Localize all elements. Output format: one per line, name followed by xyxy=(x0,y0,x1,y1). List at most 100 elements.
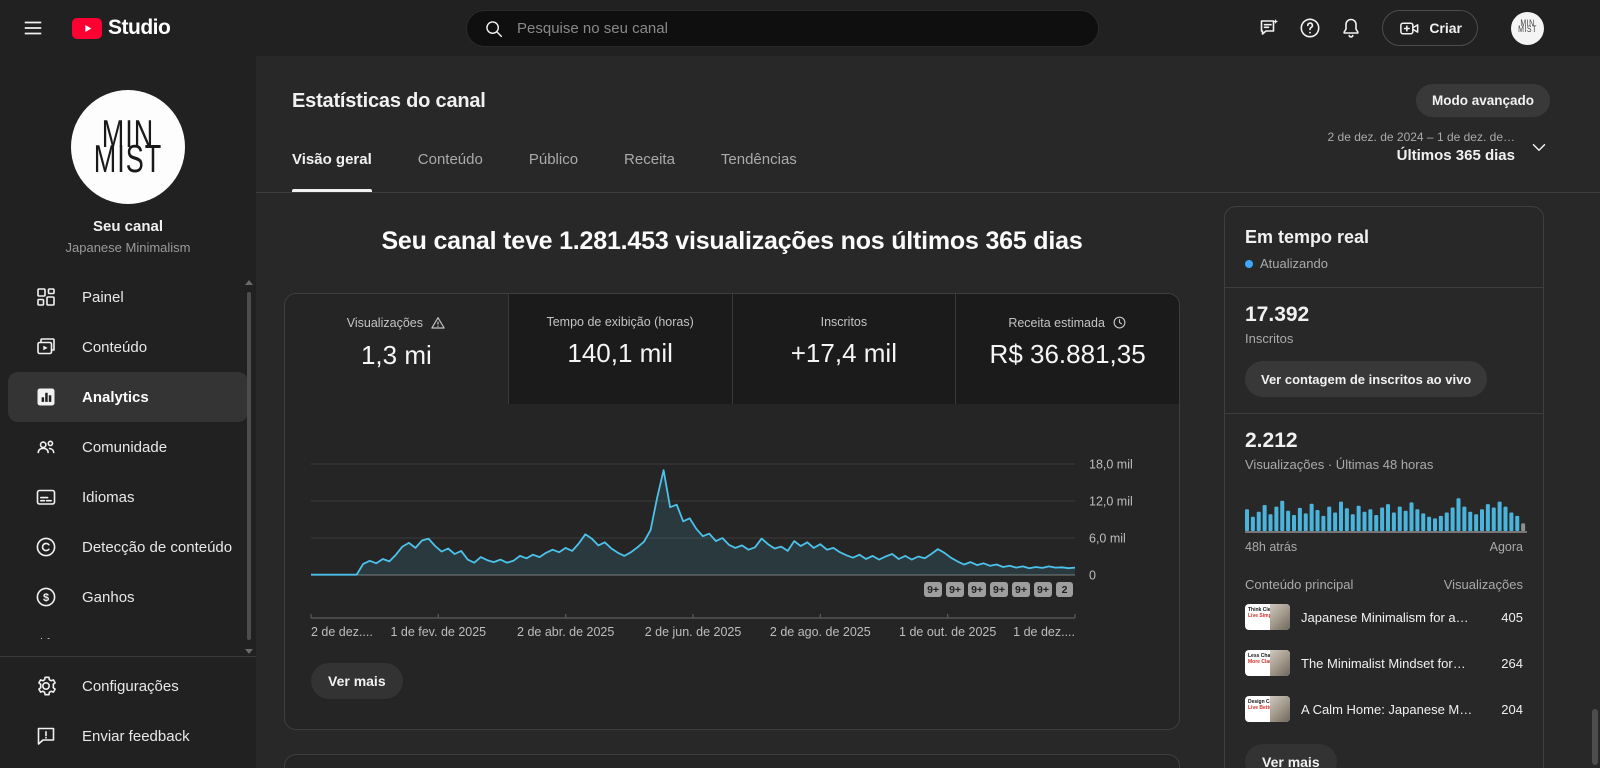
tab-1-conte-do[interactable]: Conteúdo xyxy=(418,151,483,192)
hour-bar[interactable] xyxy=(1350,514,1355,531)
hour-bar[interactable] xyxy=(1386,504,1390,531)
hour-bar[interactable] xyxy=(1292,515,1296,531)
annotation-badge[interactable]: 9+ xyxy=(1034,582,1052,597)
metric-tab-2[interactable]: Inscritos +17,4 mil xyxy=(731,294,956,404)
hour-bar[interactable] xyxy=(1497,501,1502,531)
hour-bar[interactable] xyxy=(1339,501,1343,531)
hour-bar[interactable] xyxy=(1480,509,1484,531)
tab-0-vis-o-geral[interactable]: Visão geral xyxy=(292,151,372,192)
hour-bar[interactable] xyxy=(1474,514,1479,531)
hour-bar[interactable] xyxy=(1415,509,1420,531)
sidebar-item-configuracoes[interactable]: Configurações xyxy=(8,661,248,711)
sidebar-item-conteudo[interactable]: Conteúdo xyxy=(8,322,248,372)
hour-bar[interactable] xyxy=(1491,507,1496,532)
hour-bar[interactable] xyxy=(1321,515,1326,531)
hour-bar[interactable] xyxy=(1362,511,1367,531)
sidebar-item-enviar-feedback[interactable]: Enviar feedback xyxy=(8,711,248,761)
hour-bar[interactable] xyxy=(1380,507,1385,532)
hour-bar[interactable] xyxy=(1368,509,1373,531)
notifications-button[interactable] xyxy=(1339,16,1363,40)
sidebar-item-painel[interactable]: Painel xyxy=(8,272,248,322)
hour-bar[interactable] xyxy=(1374,515,1379,531)
hour-bar[interactable] xyxy=(1468,511,1473,531)
hour-bar[interactable] xyxy=(1509,512,1514,532)
live-sub-count-button[interactable]: Ver contagem de inscritos ao vivo xyxy=(1245,361,1488,397)
send-feedback-button[interactable] xyxy=(1257,16,1281,40)
hour-bar[interactable] xyxy=(1280,500,1285,531)
sidebar-item-personalizacao[interactable]: Personalização xyxy=(8,622,248,639)
sidebar-item-analytics[interactable]: Analytics xyxy=(8,372,248,422)
scroll-down-arrow-icon[interactable] xyxy=(245,649,253,654)
metric-tab-1[interactable]: Tempo de exibição (horas) 140,1 mil xyxy=(507,294,732,404)
hour-bar[interactable] xyxy=(1521,523,1526,531)
youtube-studio-logo[interactable]: Studio xyxy=(72,16,171,40)
metric-tab-3[interactable]: Receita estimada R$ 36.881,35 xyxy=(955,294,1179,404)
top-content-row[interactable]: Think Clear Live Simple Japanese Minimalis… xyxy=(1245,596,1523,638)
annotation-badge[interactable]: 9+ xyxy=(946,582,965,597)
date-range-picker[interactable]: 2 de dez. de 2024 – 1 de dez. de… Último… xyxy=(1328,130,1550,164)
sidebar-item-deteccao-de-conteudo[interactable]: Detecção de conteúdo xyxy=(8,522,248,572)
advanced-mode-button[interactable]: Modo avançado xyxy=(1415,84,1550,117)
window-scrollbar-thumb[interactable] xyxy=(1592,709,1598,765)
tab-4-tend-ncias[interactable]: Tendências xyxy=(721,151,797,192)
hour-bar[interactable] xyxy=(1433,518,1437,531)
hour-bar[interactable] xyxy=(1503,506,1508,531)
hour-bar[interactable] xyxy=(1245,509,1249,531)
hour-bar[interactable] xyxy=(1327,506,1332,531)
search-bar[interactable] xyxy=(466,10,1099,47)
top-content-row[interactable]: Less Chaos More Clarity The Minimalist Min… xyxy=(1245,642,1523,684)
hour-bar[interactable] xyxy=(1256,511,1261,531)
scroll-up-arrow-icon[interactable] xyxy=(245,280,253,285)
metric-tab-0[interactable]: Visualizações 1,3 mi xyxy=(285,294,508,404)
hour-bar[interactable] xyxy=(1274,506,1279,531)
sidebar-item-comunidade[interactable]: Comunidade xyxy=(8,422,248,472)
hour-bar[interactable] xyxy=(1485,504,1490,531)
sidebar-item-idiomas[interactable]: Idiomas xyxy=(8,472,248,522)
hour-bar[interactable] xyxy=(1427,516,1432,531)
annotation-badge[interactable]: 9+ xyxy=(1012,582,1031,597)
subtitles-icon xyxy=(34,485,58,509)
hour-bar[interactable] xyxy=(1286,510,1291,531)
hour-bar[interactable] xyxy=(1250,516,1255,531)
sidebar-scrollbar[interactable] xyxy=(244,280,254,654)
hour-bar[interactable] xyxy=(1397,506,1402,531)
help-button[interactable] xyxy=(1298,16,1322,40)
hour-bar[interactable] xyxy=(1268,514,1273,531)
hour-bar[interactable] xyxy=(1315,510,1320,531)
hamburger-menu-button[interactable] xyxy=(21,16,45,40)
hour-bar[interactable] xyxy=(1456,498,1461,531)
create-button[interactable]: Criar xyxy=(1382,10,1478,46)
top-content-row[interactable]: Design Calm Live Better A Calm Home: Japan… xyxy=(1245,688,1523,730)
see-more-button[interactable]: Ver mais xyxy=(311,663,403,699)
hour-bar[interactable] xyxy=(1344,508,1349,531)
hour-bar[interactable] xyxy=(1403,510,1408,531)
hour-bar[interactable] xyxy=(1409,502,1414,531)
hour-bar[interactable] xyxy=(1444,512,1449,532)
account-avatar[interactable]: MIN MIST xyxy=(1511,11,1544,45)
hour-bar[interactable] xyxy=(1421,513,1426,531)
sidebar-item-ganhos[interactable]: $ Ganhos xyxy=(8,572,248,622)
hour-bar[interactable] xyxy=(1309,503,1314,531)
hour-bar[interactable] xyxy=(1303,513,1308,531)
realtime-bar-chart[interactable] xyxy=(1245,485,1527,535)
hour-bar[interactable] xyxy=(1450,507,1455,532)
views-line-chart[interactable]: 18,0 mil 12,0 mil 6,0 mil 0 2 de dez.... 1 de… xyxy=(285,404,1180,644)
realtime-see-more-button[interactable]: Ver mais xyxy=(1245,744,1337,768)
hour-bar[interactable] xyxy=(1297,507,1302,531)
annotation-badge[interactable]: 9+ xyxy=(968,582,987,597)
channel-avatar[interactable]: MIN MIST xyxy=(71,90,185,204)
annotation-badge[interactable]: 2 xyxy=(1056,582,1073,597)
hour-bar[interactable] xyxy=(1391,512,1396,532)
annotation-badge[interactable]: 9+ xyxy=(990,582,1009,597)
hour-bar[interactable] xyxy=(1438,515,1443,531)
tab-2-p-blico[interactable]: Público xyxy=(529,151,578,192)
hour-bar[interactable] xyxy=(1515,515,1520,531)
hour-bar[interactable] xyxy=(1356,505,1361,531)
hour-bar[interactable] xyxy=(1462,506,1467,531)
scrollbar-thumb[interactable] xyxy=(247,292,251,640)
annotation-badge[interactable]: 9+ xyxy=(924,582,943,597)
tab-3-receita[interactable]: Receita xyxy=(624,151,675,192)
hour-bar[interactable] xyxy=(1333,512,1338,532)
search-input[interactable] xyxy=(517,20,1082,37)
hour-bar[interactable] xyxy=(1262,505,1267,531)
